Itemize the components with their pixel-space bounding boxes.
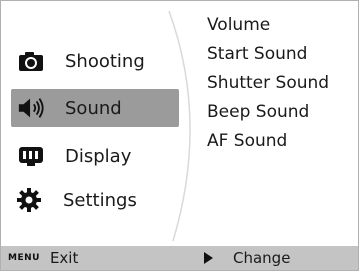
menu-item-label: Settings — [63, 189, 137, 211]
submenu-item-af-sound[interactable]: AF Sound — [207, 127, 357, 156]
menu-item-label: Sound — [65, 97, 122, 119]
menu-item-display[interactable]: Display — [11, 137, 179, 175]
menu-item-shooting[interactable]: Shooting — [11, 42, 179, 80]
menu-item-sound[interactable]: Sound — [11, 89, 179, 127]
camera-menu-screen: Shooting Sound Display Settings Volume S… — [0, 0, 359, 271]
menu-item-label: Display — [65, 145, 132, 167]
submenu-item-beep-sound[interactable]: Beep Sound — [207, 98, 357, 127]
button-hint-bar: MENU Exit Change — [1, 246, 358, 270]
change-label: Change — [233, 249, 291, 267]
menu-item-settings[interactable]: Settings — [11, 181, 179, 219]
gear-icon — [15, 186, 43, 214]
speaker-icon — [17, 94, 45, 122]
play-icon — [204, 252, 213, 264]
change-hint: Change — [204, 246, 290, 270]
submenu-item-start-sound[interactable]: Start Sound — [207, 40, 357, 69]
menu-button-icon: MENU — [8, 253, 40, 263]
camera-icon — [17, 47, 45, 75]
sound-submenu: Volume Start Sound Shutter Sound Beep So… — [207, 11, 357, 156]
display-icon — [17, 142, 45, 170]
menu-item-label: Shooting — [65, 50, 145, 72]
submenu-item-volume[interactable]: Volume — [207, 11, 357, 40]
exit-label: Exit — [49, 249, 79, 267]
submenu-item-shutter-sound[interactable]: Shutter Sound — [207, 69, 357, 98]
main-menu: Shooting Sound Display Settings — [1, 1, 191, 247]
